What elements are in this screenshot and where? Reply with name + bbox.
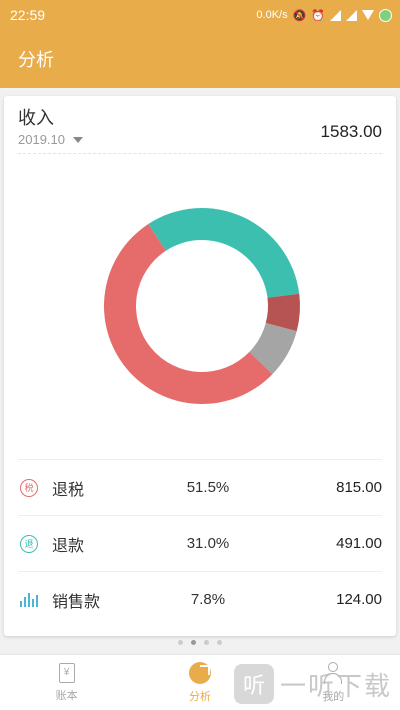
page-title: 分析 xyxy=(18,50,54,70)
signal-icon xyxy=(330,9,341,21)
donut-chart[interactable] xyxy=(102,206,302,406)
legend-amount: 124.00 xyxy=(336,591,382,608)
donut-slice[interactable] xyxy=(148,207,300,298)
nav-ledger[interactable]: ¥ 账本 xyxy=(0,655,133,710)
pie-chart-icon xyxy=(188,661,211,684)
analysis-card: 收入 2019.10 1583.00 税 退税 51.5% 815.00 退 退… xyxy=(4,96,396,636)
battery-icon xyxy=(379,8,392,22)
status-icons: 0.0K/s 🔕 ⏰ xyxy=(256,8,392,22)
page-dot xyxy=(204,640,209,645)
category-legend: 税 退税 51.5% 815.00 退 退款 31.0% 491.00 销售款 … xyxy=(18,459,382,627)
income-total: 1583.00 xyxy=(320,122,382,141)
sales-bars-icon xyxy=(20,592,40,607)
legend-row[interactable]: 税 退税 51.5% 815.00 xyxy=(18,459,382,515)
network-speed: 0.0K/s xyxy=(256,9,288,21)
ledger-icon: ¥ xyxy=(58,662,75,683)
income-title: 收入 xyxy=(18,108,54,128)
watermark-logo: 听 xyxy=(234,664,274,704)
tax-refund-icon: 税 xyxy=(20,478,38,497)
status-time: 22:59 xyxy=(10,7,46,23)
page-dot xyxy=(191,640,196,645)
month-selector[interactable]: 2019.10 xyxy=(18,132,83,147)
refund-icon: 退 xyxy=(20,534,38,553)
legend-percent: 7.8% xyxy=(190,591,226,608)
watermark: 听 一听下载 xyxy=(234,662,400,706)
legend-percent: 51.5% xyxy=(186,479,230,496)
legend-name: 退款 xyxy=(52,537,85,555)
legend-row[interactable]: 销售款 7.8% 124.00 xyxy=(18,571,382,627)
legend-percent: 31.0% xyxy=(186,535,230,552)
card-header: 收入 2019.10 1583.00 xyxy=(18,104,382,154)
legend-name: 退税 xyxy=(52,481,85,499)
legend-amount: 491.00 xyxy=(336,535,382,552)
nav-label: 分析 xyxy=(188,690,211,703)
status-bar: 22:59 0.0K/s 🔕 ⏰ xyxy=(0,0,400,30)
app-bar: 分析 xyxy=(0,30,400,88)
nav-label: 账本 xyxy=(55,689,78,702)
mute-icon: 🔕 xyxy=(292,9,307,22)
page-indicator xyxy=(0,640,400,645)
legend-row[interactable]: 退 退款 31.0% 491.00 xyxy=(18,515,382,571)
signal-icon xyxy=(346,9,357,21)
legend-name: 销售款 xyxy=(52,593,101,611)
month-value: 2019.10 xyxy=(18,132,65,147)
page-dot xyxy=(178,640,183,645)
legend-amount: 815.00 xyxy=(336,479,382,496)
caret-down-icon xyxy=(73,136,83,143)
watermark-text: 一听下载 xyxy=(280,670,393,701)
alarm-icon: ⏰ xyxy=(311,9,325,22)
wifi-icon xyxy=(362,10,374,20)
page-dot xyxy=(217,640,222,645)
